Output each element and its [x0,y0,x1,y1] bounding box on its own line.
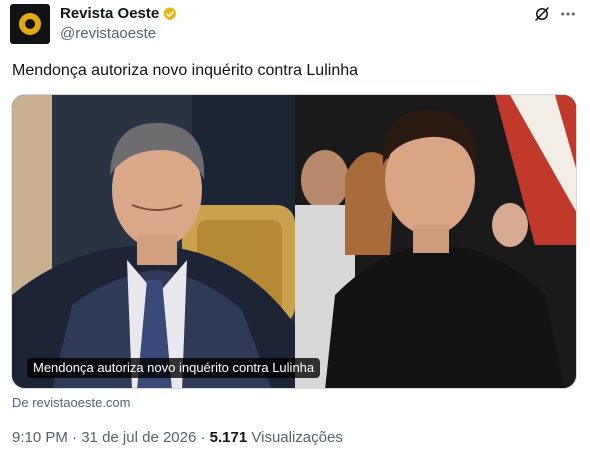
card-source[interactable]: De revistaoeste.com [12,395,131,411]
verified-badge-icon[interactable] [162,6,178,22]
views-label: Visualizações [251,429,343,446]
avatar[interactable] [10,4,50,44]
tweet-meta: 9:10 PM · 31 de jul de 2026 · 5.171 Visu… [12,429,343,447]
photo-man-in-black-shirt [295,95,576,388]
author-handle[interactable]: @revistaoeste [60,24,156,44]
avatar-logo-icon [19,13,41,35]
meta-separator: · [200,429,206,446]
meta-separator: · [72,429,78,446]
more-options-icon[interactable] [558,5,578,23]
grok-icon[interactable] [533,5,551,23]
tweet-time[interactable]: 9:10 PM [12,429,68,446]
photo-man-in-suit [12,95,295,388]
tweet-text: Mendonça autoriza novo inquérito contra … [12,62,359,79]
author-name[interactable]: Revista Oeste [60,4,159,24]
card-headline: Mendonça autoriza novo inquérito contra … [27,358,321,378]
link-card[interactable]: Mendonça autoriza novo inquérito contra … [11,94,577,389]
views-count: 5.171 [209,429,248,446]
tweet-date[interactable]: 31 de jul de 2026 [81,429,196,446]
